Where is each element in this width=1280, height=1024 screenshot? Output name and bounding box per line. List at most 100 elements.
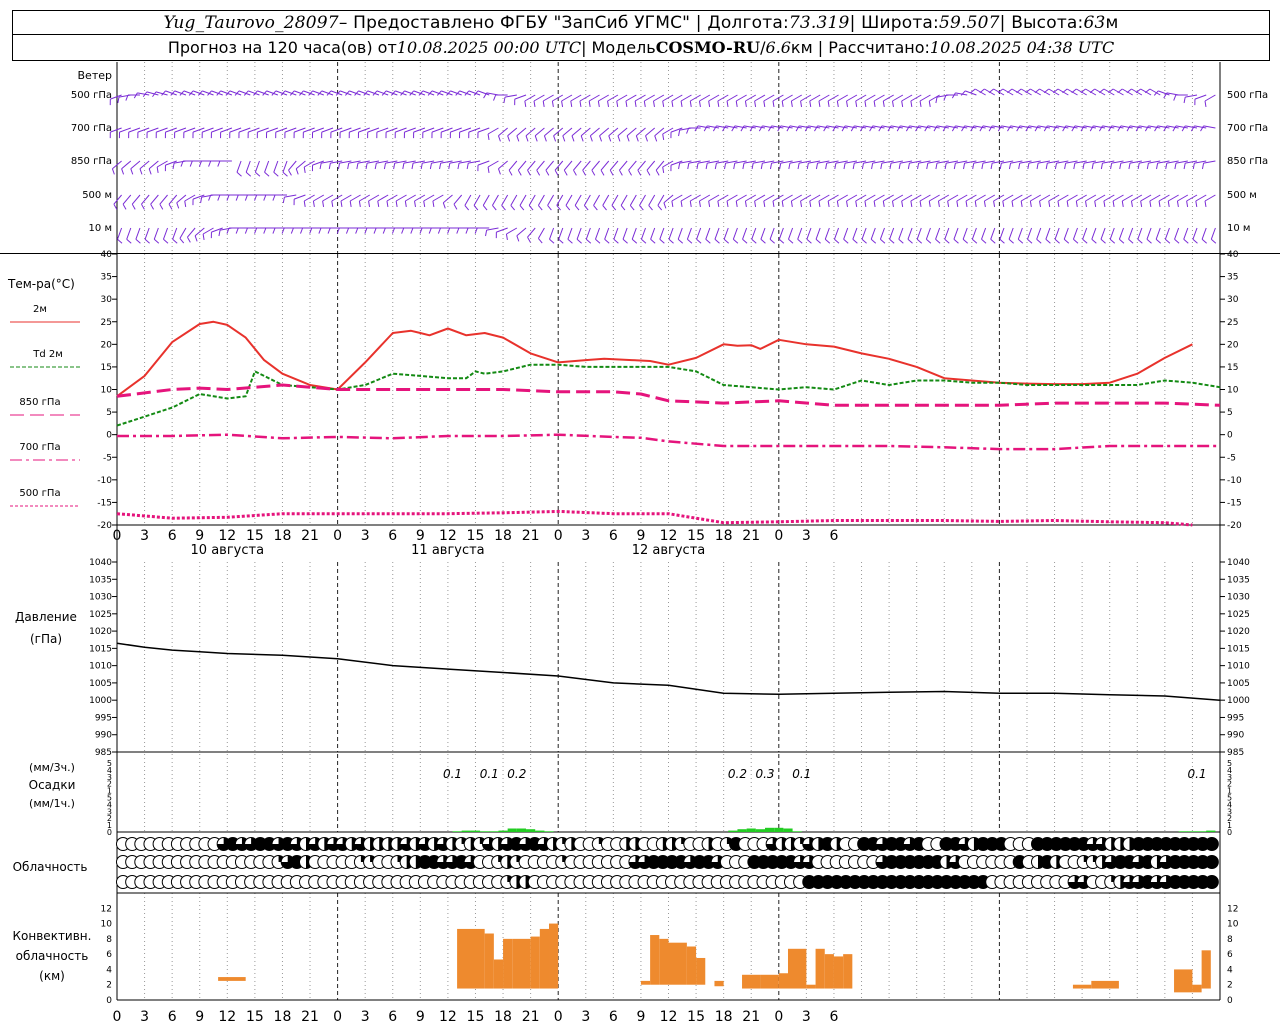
wind-barb — [879, 227, 886, 244]
wind-barb — [236, 160, 242, 177]
precip-bar — [737, 829, 747, 832]
wind-barb — [1036, 227, 1042, 244]
wind-barb — [1045, 160, 1060, 170]
hour-label: 12 — [439, 528, 457, 544]
wind-barb-staff — [735, 194, 747, 202]
wind-barb — [254, 194, 269, 201]
wind-barb-staff — [662, 160, 674, 168]
wind-barb — [926, 160, 940, 170]
wind-barb — [1082, 227, 1088, 244]
wind-barb — [1158, 194, 1170, 208]
wind-barb-feather — [726, 200, 729, 208]
wind-level-label: 850 гПа — [71, 156, 112, 167]
wind-barb — [368, 194, 380, 208]
wind-barb — [953, 160, 968, 170]
convective-tick-label-right: 2 — [1227, 981, 1233, 991]
wind-barb-feather — [1018, 162, 1021, 170]
wind-barb — [777, 125, 793, 132]
wind-barb — [495, 227, 508, 239]
precip-bar — [489, 831, 499, 832]
wind-barb — [410, 227, 425, 234]
wind-barb — [1128, 160, 1142, 170]
wind-barb-staff — [634, 94, 646, 102]
precip-bar — [755, 829, 766, 832]
wind-barb-staff — [1008, 227, 1014, 240]
wind-barb-feather — [442, 202, 446, 209]
temp-legend-label: 700 гПа — [19, 442, 60, 453]
wind-barb-feather — [1119, 238, 1125, 244]
hour-label-bottom: 0 — [774, 1009, 783, 1024]
wind-barb-staff — [772, 194, 784, 202]
wind-barb-feather — [545, 169, 550, 176]
wind-barb — [543, 127, 554, 142]
wind-barb — [186, 227, 196, 243]
wind-barb-feather — [772, 200, 775, 208]
wind-barb — [516, 127, 527, 142]
hour-label: 18 — [274, 528, 292, 544]
wind-barb-feather — [855, 200, 858, 208]
wind-barb-staff — [668, 227, 674, 240]
wind-barb-staff — [657, 194, 665, 206]
wind-barb-feather — [1048, 200, 1051, 208]
wind-barb — [153, 227, 160, 244]
wind-barb — [864, 194, 876, 208]
wind-barb-feather — [1054, 238, 1060, 244]
wind-barb-feather — [1204, 100, 1207, 108]
wind-barb-feather — [432, 200, 435, 208]
precip-tick-label: 0 — [107, 828, 112, 837]
pressure-tick-label-right: 1010 — [1227, 662, 1250, 672]
wind-barb — [915, 125, 931, 132]
temp-tick-label-right: 20 — [1227, 340, 1239, 350]
temp-tick-label: 20 — [101, 340, 113, 350]
wind-barb-feather — [797, 162, 800, 170]
wind-barb — [979, 125, 995, 132]
wind-barb-feather — [714, 162, 717, 170]
wind-barb — [833, 227, 840, 244]
hour-label: 21 — [522, 528, 540, 544]
wind-barb-feather — [907, 162, 910, 170]
wind-barb-staff — [245, 160, 251, 173]
wind-barb-staff — [1195, 194, 1207, 202]
wind-barb — [549, 227, 555, 244]
wind-barb-feather — [724, 162, 727, 170]
precip-3h-value: 0.3 — [755, 767, 774, 781]
wind-barb — [907, 227, 913, 244]
hour-label: 3 — [361, 528, 370, 544]
wind-barb — [919, 194, 931, 208]
wind-barb-staff — [1072, 227, 1078, 240]
wind-barb-feather — [1146, 238, 1152, 244]
wind-barb — [1174, 160, 1188, 170]
wind-barb-feather — [492, 205, 497, 211]
wind-barb-feather — [769, 238, 775, 244]
wind-barb-feather — [714, 238, 720, 244]
wind-barb-staff — [696, 227, 702, 240]
wind-barb-feather — [834, 162, 837, 170]
wind-barb — [113, 194, 122, 210]
wind-barb — [800, 194, 812, 208]
wind-barb — [689, 194, 701, 208]
pressure-tick-label: 1010 — [89, 662, 112, 672]
wind-barb-staff — [837, 94, 848, 102]
wind-barb-staff — [303, 160, 315, 168]
convective-bar — [503, 938, 513, 989]
wind-barb — [653, 94, 665, 108]
wind-barb-feather — [781, 200, 784, 208]
wind-barb-feather — [910, 200, 913, 208]
wind-barb-staff — [809, 194, 821, 202]
wind-barb-staff — [662, 127, 674, 135]
wind-barb — [567, 227, 573, 244]
wind-barb-feather — [861, 162, 864, 170]
wind-barb-feather — [593, 205, 598, 211]
pressure-tick-label: 1035 — [89, 575, 112, 585]
hour-label: 15 — [246, 528, 264, 544]
wind-barb-feather — [916, 238, 923, 244]
wind-barb — [1183, 227, 1189, 244]
wind-barb — [1165, 160, 1179, 170]
wind-barb-feather — [282, 171, 288, 177]
wind-barb — [901, 94, 913, 108]
convective-tick-label-right: 10 — [1227, 920, 1239, 930]
wind-barb-staff — [501, 194, 509, 206]
convective-bar — [843, 954, 853, 989]
wind-barb-feather — [580, 135, 584, 142]
wind-barb-feather — [402, 162, 405, 170]
